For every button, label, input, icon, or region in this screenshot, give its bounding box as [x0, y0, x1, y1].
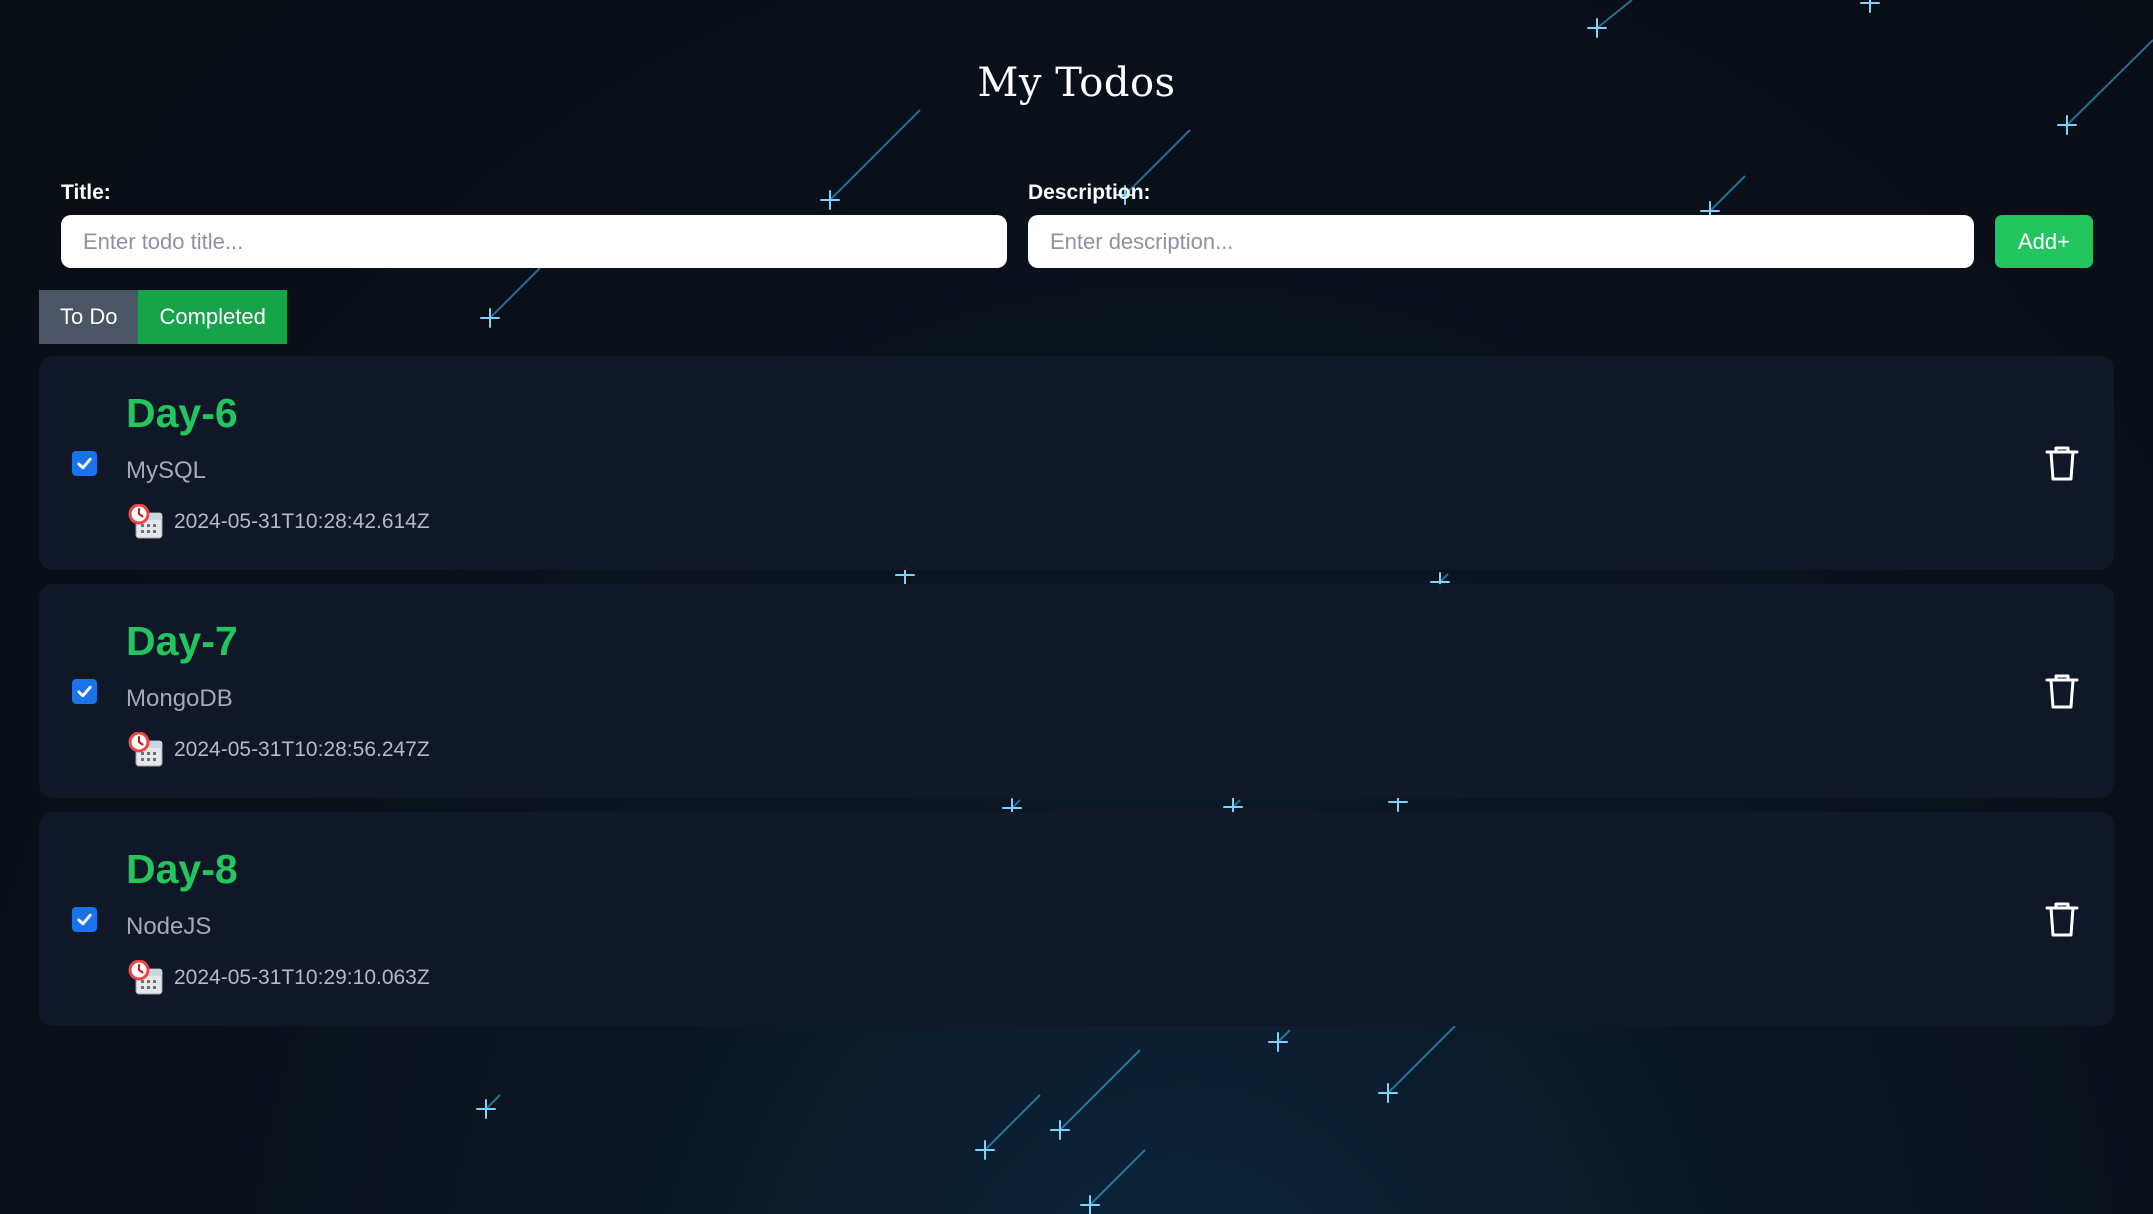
todo-card: Day-7 MongoDB 2024-05-31T10:28:56.247Z: [39, 584, 2114, 798]
todo-title: Day-7: [126, 618, 238, 664]
timestamp-text: 2024-05-31T10:29:10.063Z: [174, 966, 430, 989]
tab-completed[interactable]: Completed: [138, 290, 287, 344]
calendar-clock-icon: [128, 731, 164, 768]
filter-tabs: To Do Completed: [39, 290, 287, 344]
todo-card: Day-6 MySQL 2024-05-31T10:28:42.614Z: [39, 356, 2114, 570]
todo-timestamp: 2024-05-31T10:29:10.063Z: [128, 959, 430, 996]
todo-description: MySQL: [126, 457, 207, 484]
todo-title: Day-6: [126, 390, 238, 436]
description-label: Description:: [1028, 181, 1151, 204]
tab-todo[interactable]: To Do: [39, 290, 139, 344]
todo-timestamp: 2024-05-31T10:28:56.247Z: [128, 731, 430, 768]
description-input[interactable]: [1028, 215, 1974, 268]
trash-icon[interactable]: [2044, 900, 2080, 938]
title-input[interactable]: [61, 215, 1007, 268]
todo-timestamp: 2024-05-31T10:28:42.614Z: [128, 503, 430, 540]
calendar-clock-icon: [128, 503, 164, 540]
add-button[interactable]: Add+: [1995, 215, 2093, 268]
trash-icon[interactable]: [2044, 444, 2080, 482]
page-title: My Todos: [977, 60, 1176, 106]
todo-description: NodeJS: [126, 913, 212, 940]
todo-list: Day-6 MySQL 2024-05-31T10:28:42.614Z Day…: [39, 356, 2114, 1040]
timestamp-text: 2024-05-31T10:28:42.614Z: [174, 510, 430, 533]
todo-app: My Todos Title: Description: Add+ To Do …: [0, 0, 2153, 1214]
todo-title: Day-8: [126, 846, 238, 892]
checkbox-checked-icon[interactable]: [72, 907, 97, 932]
trash-icon[interactable]: [2044, 672, 2080, 710]
timestamp-text: 2024-05-31T10:28:56.247Z: [174, 738, 430, 761]
title-label: Title:: [61, 181, 111, 204]
calendar-clock-icon: [128, 959, 164, 996]
todo-card: Day-8 NodeJS 2024-05-31T10:29:10.063Z: [39, 812, 2114, 1026]
checkbox-checked-icon[interactable]: [72, 679, 97, 704]
todo-description: MongoDB: [126, 685, 233, 712]
checkbox-checked-icon[interactable]: [72, 451, 97, 476]
